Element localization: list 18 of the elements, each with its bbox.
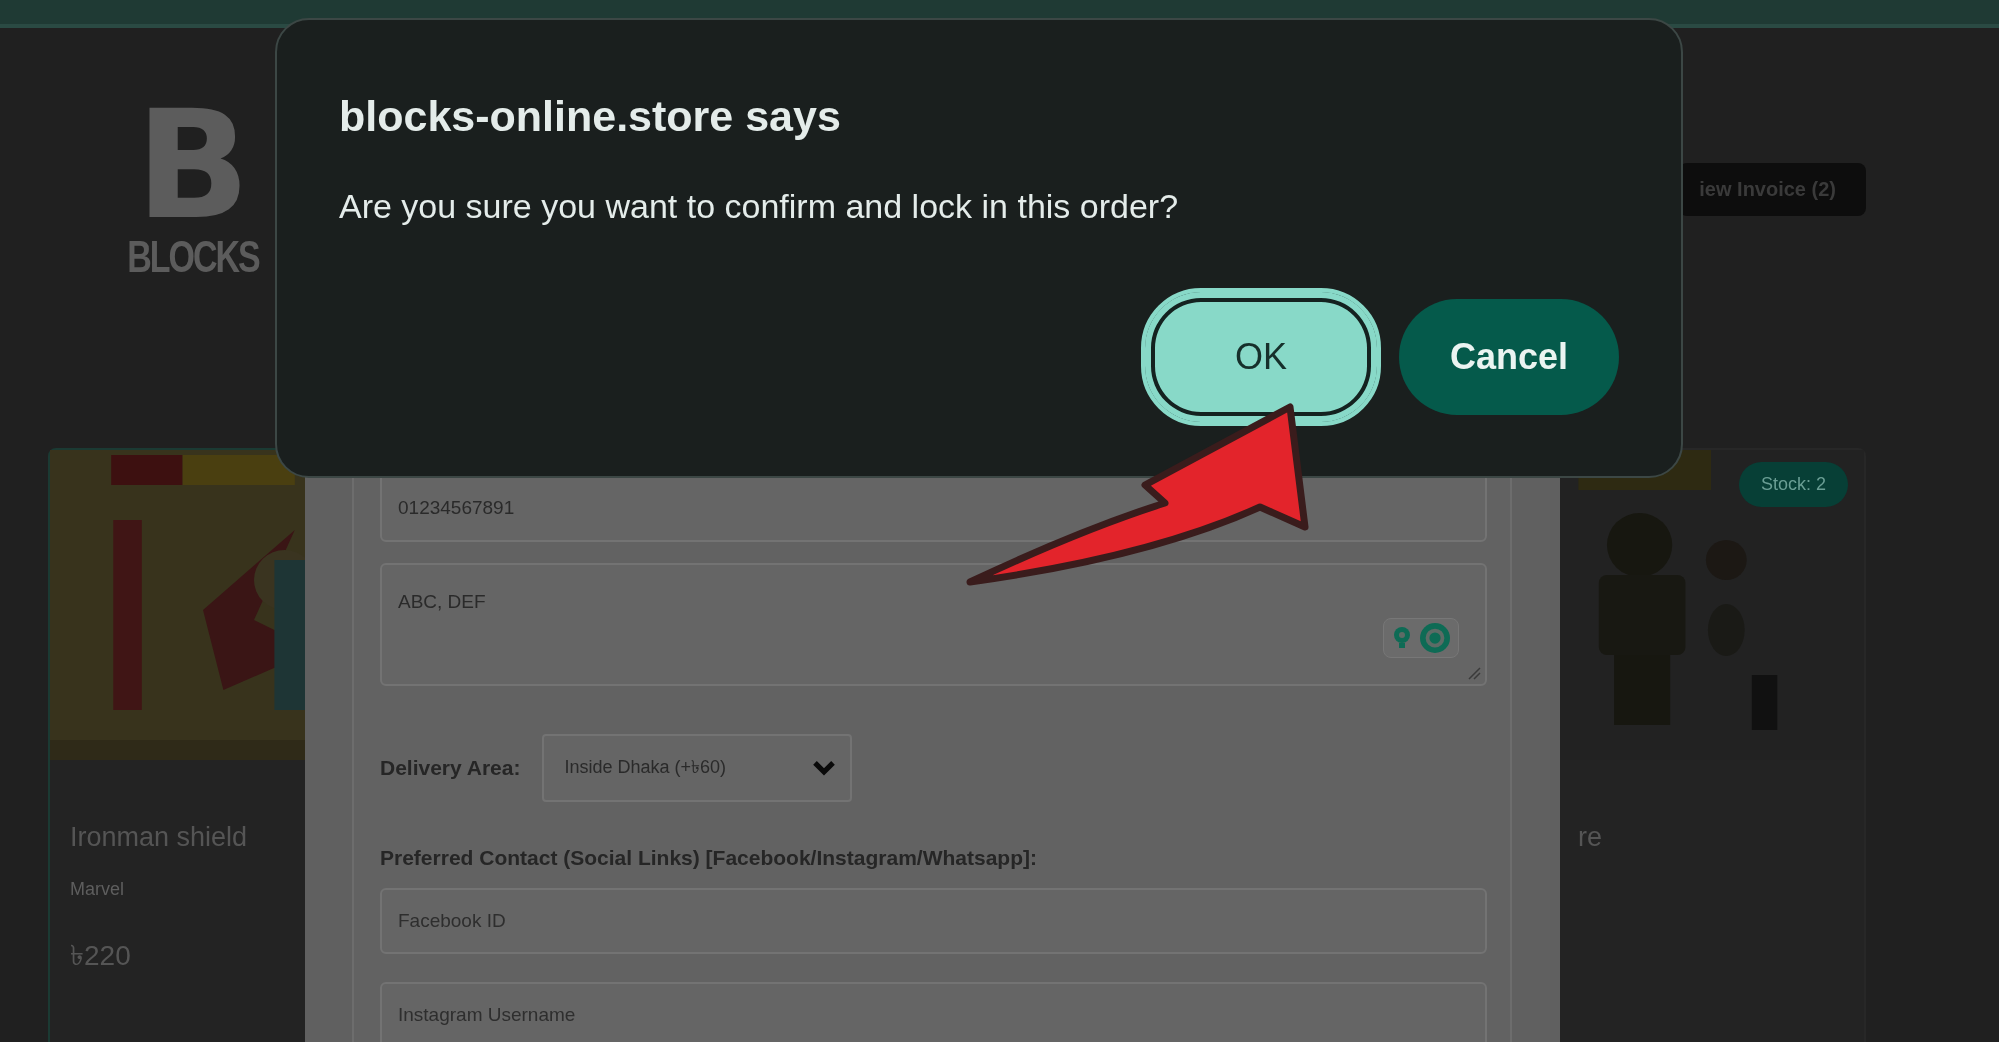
delivery-area-select[interactable]: Inside Dhaka (+৳60) [542,734,853,802]
address-value: ABC, DEF [398,591,486,613]
resize-handle-icon[interactable] [1467,666,1481,680]
contact-field[interactable]: Instagram Username [380,982,1487,1042]
cancel-button[interactable]: Cancel [1399,299,1619,415]
ok-button[interactable]: OK [1141,288,1381,426]
product-brand: Marvel [70,879,125,900]
contact-field[interactable]: Facebook ID [380,888,1487,954]
logo-wordmark: BLOCKS [127,232,259,283]
writing-assistant-widget[interactable] [1383,618,1459,658]
contact-label: Preferred Contact (Social Links) [Facebook/Instagram/Whatsapp]: [380,846,1038,870]
delivery-area-label: Delivery Area: [380,756,521,780]
address-field[interactable]: ABC, DEF [380,563,1487,686]
bulb-icon [1392,626,1412,650]
logo-mark: B [135,100,251,230]
dialog-message: Are you sure you want to confirm and lock in this order? [339,187,1180,226]
stock-badge: Stock: 2 [1738,462,1848,507]
dialog-title: blocks-online.store says [339,92,842,141]
